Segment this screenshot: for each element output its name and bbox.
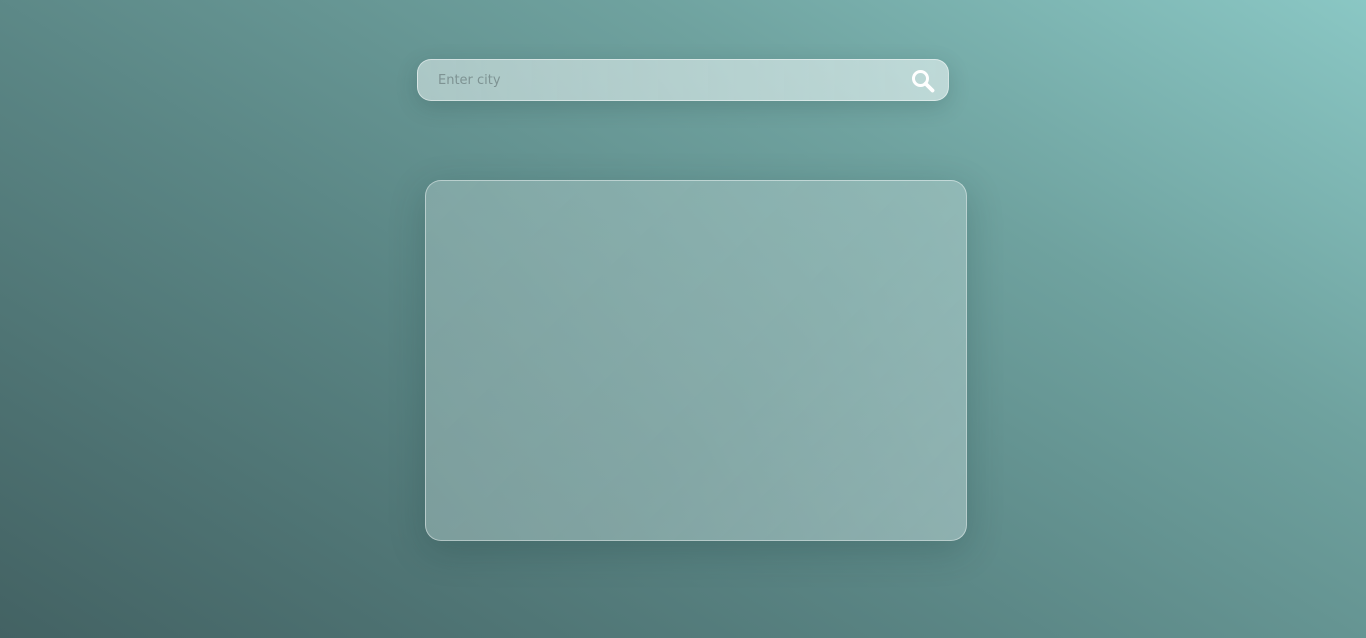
- page-background: { "search": { "placeholder": "Enter city…: [0, 0, 1366, 638]
- city-search-input[interactable]: [418, 60, 898, 100]
- search-icon: [910, 68, 936, 94]
- search-button[interactable]: [910, 68, 936, 94]
- weather-card: [425, 180, 967, 541]
- search-bar: [417, 59, 949, 101]
